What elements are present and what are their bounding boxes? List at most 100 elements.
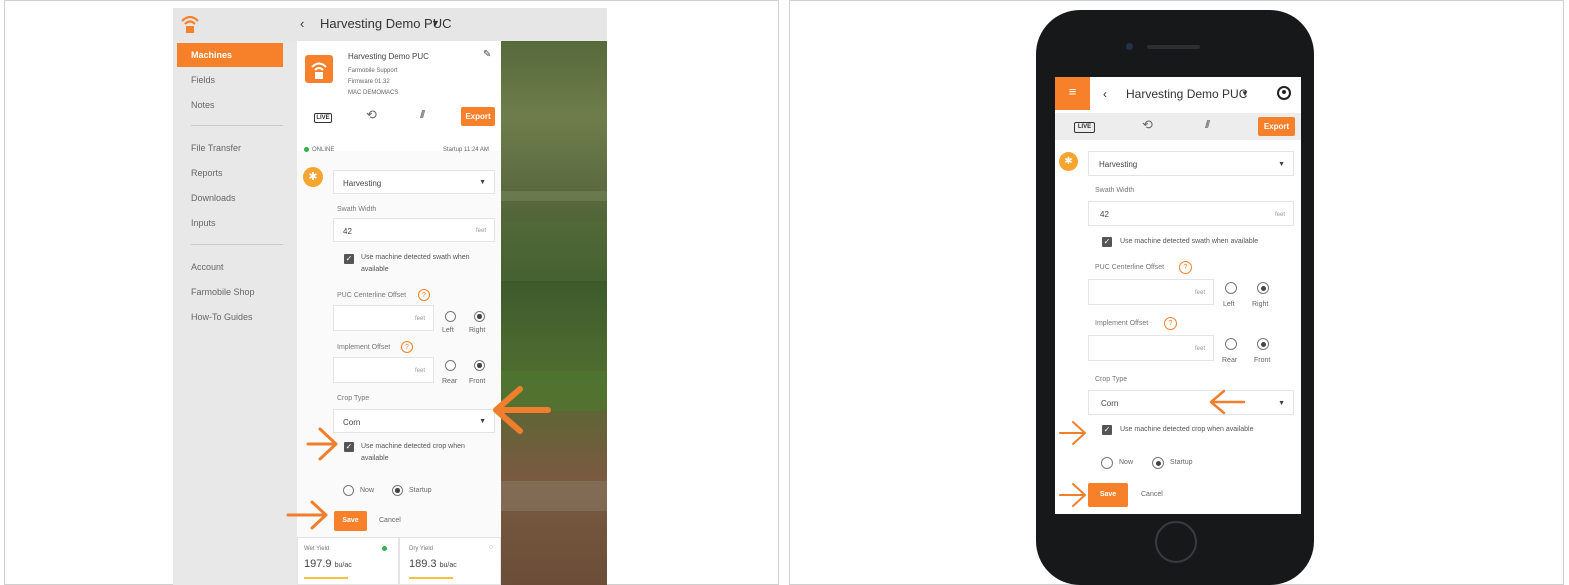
operation-select[interactable]: Harvesting ▼ <box>333 170 495 194</box>
top-bar: ‹ Harvesting Demo PUC ▼ <box>173 8 607 41</box>
device-header: Harvesting Demo PUC Farmobile Support Fi… <box>297 41 501 151</box>
centerline-offset-label: PUC Centerline Offset <box>1095 264 1165 271</box>
swath-width-input[interactable]: 42 feet <box>1088 201 1294 226</box>
sidebar-item-fields[interactable]: Fields <box>177 68 283 92</box>
wheat-icon: ✱ <box>303 167 323 187</box>
sidebar-item-inputs[interactable]: Inputs <box>177 211 283 235</box>
history-icon[interactable]: ⟲ <box>1142 117 1153 133</box>
sidebar-item-downloads[interactable]: Downloads <box>177 186 283 210</box>
cancel-button[interactable]: Cancel <box>379 517 401 524</box>
swath-auto-checkbox[interactable]: ✓ <box>1102 237 1112 247</box>
implement-offset-label: Implement Offset <box>1095 320 1149 327</box>
radio-now-label: Now <box>1119 459 1134 466</box>
farmobile-logo-icon <box>181 15 199 33</box>
radio-right-label: Right <box>469 327 486 334</box>
dry-yield-value: 189.3 <box>409 558 437 570</box>
annotation-arrow-right-icon <box>1059 483 1086 507</box>
crop-auto-label-line1: Use machine detected crop when <box>361 443 465 450</box>
account-icon[interactable] <box>1277 86 1291 100</box>
sidebar-item-file-transfer[interactable]: File Transfer <box>177 136 283 160</box>
help-icon[interactable]: ? <box>1179 261 1192 274</box>
radio-right[interactable] <box>474 311 485 322</box>
coverage-icon[interactable]: /// <box>1205 119 1210 131</box>
unit-feet: feet <box>414 368 425 374</box>
cancel-button[interactable]: Cancel <box>1141 491 1163 498</box>
online-status: ONLINE <box>304 147 334 153</box>
crop-type-select[interactable]: Corn ▼ <box>1088 390 1294 415</box>
machine-title[interactable]: Harvesting Demo PUC <box>1126 87 1247 101</box>
startup-time: Startup 11:24 AM <box>443 147 489 153</box>
crop-type-select[interactable]: Corn ▼ <box>333 409 495 433</box>
crop-auto-checkbox[interactable]: ✓ <box>1102 425 1112 435</box>
sidebar-divider <box>191 125 283 126</box>
centerline-offset-input[interactable]: feet <box>1088 279 1214 305</box>
hamburger-menu-icon[interactable]: ≡ <box>1055 77 1090 110</box>
radio-left[interactable] <box>1225 282 1237 294</box>
export-button[interactable]: Export <box>461 107 495 126</box>
satellite-map[interactable] <box>501 41 607 585</box>
radio-now[interactable] <box>343 485 354 496</box>
radio-now[interactable] <box>1101 457 1113 469</box>
swath-width-label: Swath Width <box>337 206 377 213</box>
radio-left-label: Left <box>1223 301 1235 308</box>
sidebar-item-reports[interactable]: Reports <box>177 161 283 185</box>
operation-value: Harvesting <box>1099 160 1138 169</box>
unit-feet: feet <box>1194 346 1205 352</box>
crop-auto-checkbox[interactable]: ✓ <box>344 442 354 452</box>
implement-offset-label: Implement Offset <box>337 344 391 351</box>
annotation-arrow-right-icon <box>1059 421 1086 445</box>
machine-select-caret-icon[interactable]: ▼ <box>1241 89 1249 98</box>
radio-front[interactable] <box>1257 338 1269 350</box>
radio-startup[interactable] <box>392 485 403 496</box>
dry-yield-value-row: 189.3 bu/ac <box>409 558 457 570</box>
radio-startup-label: Startup <box>409 487 432 494</box>
radio-startup[interactable] <box>1152 457 1164 469</box>
crop-type-label: Crop Type <box>337 395 370 402</box>
back-chevron-icon[interactable]: ‹ <box>300 16 304 31</box>
wet-yield-value: 197.9 <box>304 558 332 570</box>
online-label: ONLINE <box>312 147 335 154</box>
swath-auto-label-line1: Use machine detected swath when <box>361 254 470 261</box>
speaker-grille <box>1147 45 1200 49</box>
implement-offset-input[interactable]: feet <box>333 357 434 383</box>
help-icon[interactable]: ? <box>401 341 413 353</box>
save-button[interactable]: Save <box>1088 483 1128 507</box>
swath-auto-checkbox[interactable]: ✓ <box>344 254 354 264</box>
operation-select[interactable]: Harvesting ▼ <box>1088 151 1294 176</box>
swath-width-input[interactable]: 42 feet <box>333 218 495 242</box>
chevron-down-icon: ▼ <box>1278 400 1285 407</box>
wet-yield-card[interactable]: Wet Yield 197.9 bu/ac <box>297 537 399 585</box>
radio-right[interactable] <box>1257 282 1269 294</box>
help-icon[interactable]: ? <box>418 289 430 301</box>
back-chevron-icon[interactable]: ‹ <box>1103 87 1107 101</box>
swath-width-label: Swath Width <box>1095 187 1135 194</box>
sidebar-item-notes[interactable]: Notes <box>177 93 283 117</box>
tab-live[interactable]: LIVE <box>1074 122 1095 133</box>
home-button[interactable] <box>1155 521 1197 563</box>
history-icon[interactable]: ⟲ <box>366 107 377 123</box>
centerline-offset-input[interactable]: feet <box>333 305 434 331</box>
sidebar-item-farmobile-shop[interactable]: Farmobile Shop <box>177 280 283 304</box>
unit-feet: feet <box>1194 290 1205 296</box>
radio-right-label: Right <box>1252 301 1269 308</box>
sidebar-item-machines[interactable]: Machines <box>177 43 283 67</box>
sidebar-item-how-to-guides[interactable]: How-To Guides <box>177 305 283 329</box>
help-icon[interactable]: ? <box>1164 317 1177 330</box>
save-button[interactable]: Save <box>334 511 367 531</box>
radio-left[interactable] <box>445 311 456 322</box>
dry-yield-card[interactable]: Dry Yield ○ 189.3 bu/ac <box>399 537 501 585</box>
coverage-icon[interactable]: /// <box>420 109 425 121</box>
implement-offset-input[interactable]: feet <box>1088 335 1214 361</box>
radio-front[interactable] <box>474 360 485 371</box>
export-button[interactable]: Export <box>1258 117 1295 136</box>
sidebar-item-account[interactable]: Account <box>177 255 283 279</box>
edit-pencil-icon[interactable]: ✎ <box>483 49 491 60</box>
tab-live[interactable]: LIVE <box>314 113 332 123</box>
radio-rear-label: Rear <box>442 378 458 385</box>
unit-feet: feet <box>1274 212 1285 218</box>
wet-yield-status-dot-icon <box>382 546 387 551</box>
radio-rear[interactable] <box>1225 338 1237 350</box>
annotation-arrow-right-icon <box>306 427 338 461</box>
machine-select-caret-icon[interactable]: ▼ <box>431 18 440 28</box>
radio-rear[interactable] <box>445 360 456 371</box>
